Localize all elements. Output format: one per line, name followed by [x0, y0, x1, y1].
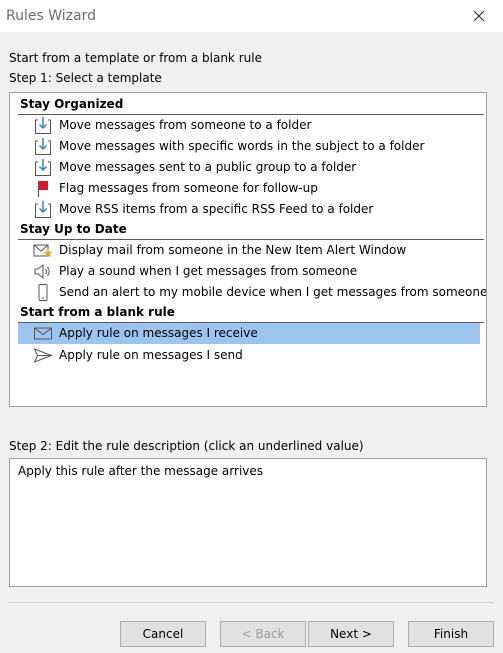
template-item-apply-on-send[interactable]: Apply rule on messages I send	[18, 345, 480, 366]
template-item-play-sound[interactable]: Play a sound when I get messages from so…	[18, 261, 480, 282]
back-button[interactable]: < Back	[220, 621, 306, 647]
template-list[interactable]: Stay Organized Move messages from someon…	[9, 92, 487, 407]
flag-icon	[33, 178, 53, 199]
close-icon	[473, 10, 485, 22]
template-item-move-from-someone[interactable]: Move messages from someone to a folder	[18, 115, 480, 136]
group-label: Stay Up to Date	[20, 222, 127, 236]
intro-label: Start from a template or from a blank ru…	[9, 51, 262, 65]
template-label: Play a sound when I get messages from so…	[59, 264, 358, 278]
move-to-folder-icon	[33, 115, 53, 136]
new-item-alert-icon	[33, 240, 53, 261]
rule-description-box[interactable]: Apply this rule after the message arrive…	[9, 458, 487, 587]
group-label: Stay Organized	[20, 97, 124, 111]
template-label: Apply rule on messages I receive	[59, 326, 258, 340]
template-item-apply-on-receive[interactable]: Apply rule on messages I receive	[18, 323, 480, 344]
template-item-move-specific-words[interactable]: Move messages with specific words in the…	[18, 136, 480, 157]
template-item-move-public-group[interactable]: Move messages sent to a public group to …	[18, 157, 480, 178]
template-label: Display mail from someone in the New Ite…	[59, 243, 407, 257]
close-button[interactable]	[459, 0, 499, 32]
group-header-blank-rule: Start from a blank rule	[18, 303, 484, 323]
window-title: Rules Wizard	[6, 8, 96, 24]
mobile-device-icon	[33, 282, 53, 303]
template-label: Move messages from someone to a folder	[59, 118, 312, 132]
template-label: Send an alert to my mobile device when I…	[59, 285, 487, 299]
template-label: Move messages with specific words in the…	[59, 139, 425, 153]
template-label: Flag messages from someone for follow-up	[59, 181, 318, 195]
template-item-move-rss[interactable]: Move RSS items from a specific RSS Feed …	[18, 199, 480, 220]
template-item-flag-follow-up[interactable]: Flag messages from someone for follow-up	[18, 178, 480, 199]
send-arrow-icon	[33, 345, 53, 366]
template-item-new-item-alert[interactable]: Display mail from someone in the New Ite…	[18, 240, 480, 261]
step1-label: Step 1: Select a template	[9, 71, 162, 85]
template-item-mobile-alert[interactable]: Send an alert to my mobile device when I…	[18, 282, 486, 303]
template-label: Apply rule on messages I send	[59, 348, 243, 362]
next-button[interactable]: Next >	[308, 621, 394, 647]
move-to-folder-icon	[33, 199, 53, 220]
speaker-icon	[33, 261, 53, 282]
finish-button[interactable]: Finish	[408, 621, 494, 647]
rule-description-text: Apply this rule after the message arrive…	[18, 464, 264, 478]
group-header-stay-up-to-date: Stay Up to Date	[18, 220, 484, 240]
template-label: Move RSS items from a specific RSS Feed …	[59, 202, 374, 216]
step2-label: Step 2: Edit the rule description (click…	[9, 439, 364, 453]
move-to-folder-icon	[33, 136, 53, 157]
cancel-button[interactable]: Cancel	[120, 621, 206, 647]
template-label: Move messages sent to a public group to …	[59, 160, 357, 174]
envelope-icon	[33, 323, 53, 344]
group-header-stay-organized: Stay Organized	[18, 95, 484, 115]
footer-separator	[8, 602, 494, 603]
group-label: Start from a blank rule	[20, 305, 175, 319]
move-to-folder-icon	[33, 157, 53, 178]
title-bar: Rules Wizard	[0, 0, 503, 32]
